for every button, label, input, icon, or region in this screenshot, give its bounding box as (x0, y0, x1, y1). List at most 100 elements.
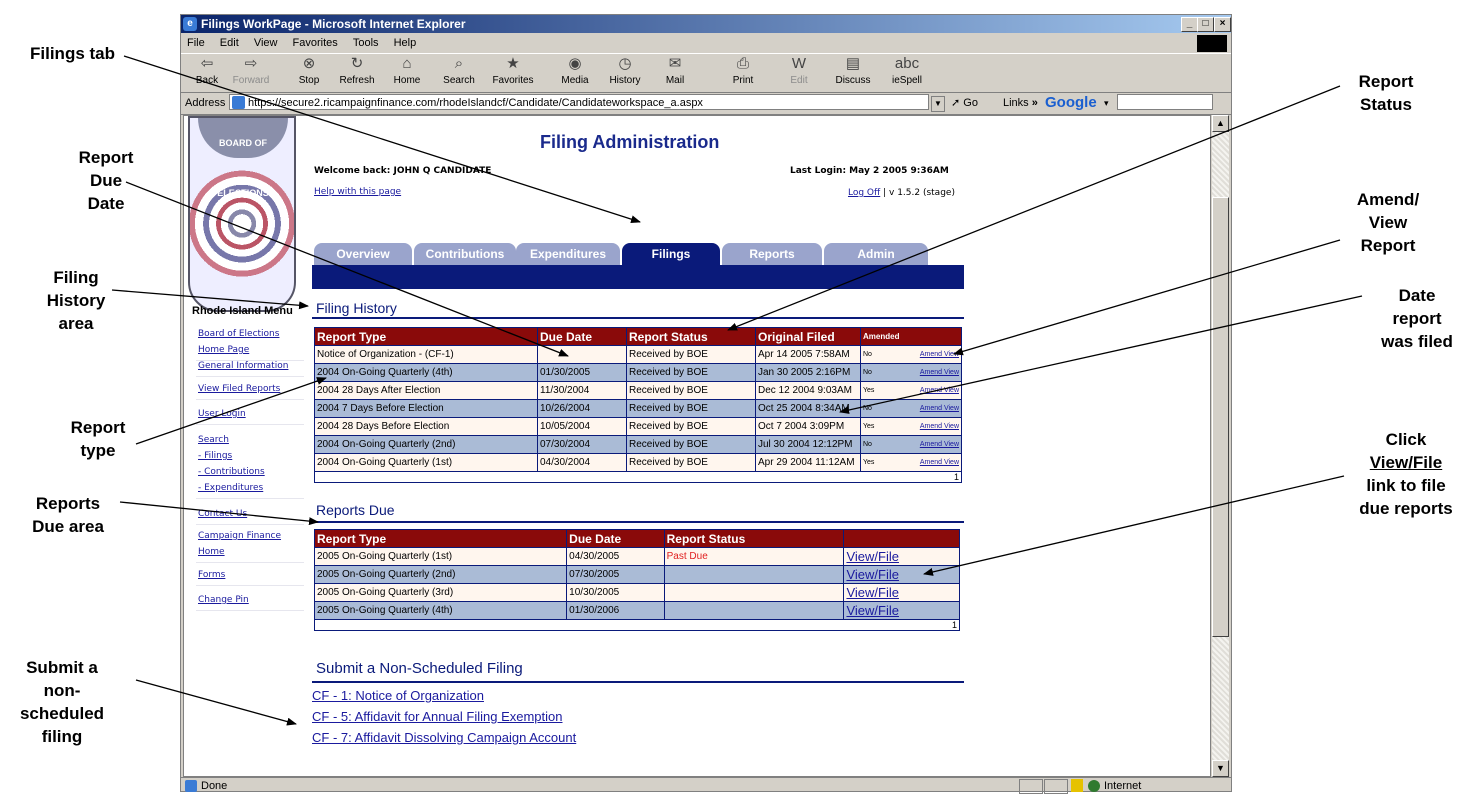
col-due-date: Due Date (537, 327, 627, 346)
help-link[interactable]: Help with this page (314, 187, 401, 197)
page-heading: Filing Administration (540, 132, 720, 152)
menu-item[interactable]: Change Pin (198, 592, 249, 608)
tab-contributions[interactable]: Contributions (414, 243, 516, 265)
view-file-link[interactable]: View/File (846, 603, 899, 618)
amended-flag: No (863, 351, 872, 358)
cell-status (663, 601, 845, 620)
amend-link[interactable]: Amend (920, 459, 942, 466)
scroll-up-button[interactable]: ▲ (1212, 115, 1229, 132)
google-toolbar-button[interactable]: Google (1045, 92, 1097, 114)
toolbar-discuss-button[interactable]: ▤ Discuss (827, 54, 879, 92)
go-button[interactable]: ➚ Go (951, 92, 978, 114)
menu-tools[interactable]: Tools (353, 37, 379, 49)
scroll-down-button[interactable]: ▼ (1212, 760, 1229, 777)
history-pager[interactable]: 1 (314, 471, 962, 483)
menu-item[interactable]: - Expenditures (198, 480, 263, 496)
menu-divider (196, 562, 304, 563)
view-link[interactable]: View (944, 387, 959, 394)
browser-window: e Filings WorkPage - Microsoft Internet … (180, 14, 1232, 794)
tab-filings[interactable]: Filings (622, 243, 720, 265)
cell-filed: Jan 30 2005 2:16PM (755, 363, 861, 382)
maximize-button[interactable]: □ (1197, 17, 1214, 32)
close-button[interactable]: × (1214, 17, 1231, 32)
menu-divider (196, 376, 304, 377)
toolbar-stop-button[interactable]: ⊗ Stop (283, 54, 335, 92)
cf7-link[interactable]: CF - 7: Affidavit Dissolving Campaign Ac… (312, 730, 576, 745)
mail-icon: ✉ (668, 55, 682, 72)
cell-type: 2004 On-Going Quarterly (2nd) (314, 435, 538, 454)
menu-edit[interactable]: Edit (220, 37, 239, 49)
due-pager[interactable]: 1 (314, 619, 960, 631)
menu-item[interactable]: Board of Elections (198, 326, 279, 342)
view-file-link[interactable]: View/File (846, 549, 899, 564)
title-bar[interactable]: e Filings WorkPage - Microsoft Internet … (181, 15, 1231, 33)
cell-due: 11/30/2004 (537, 381, 627, 400)
amend-link[interactable]: Amend (920, 423, 942, 430)
toolbar-history-button[interactable]: ◷ History (599, 54, 651, 92)
links-button[interactable]: Links » (1003, 92, 1038, 114)
menu-view[interactable]: View (254, 37, 278, 49)
view-link[interactable]: View (944, 423, 959, 430)
view-link[interactable]: View (944, 441, 959, 448)
view-link[interactable]: View (944, 351, 959, 358)
menu-header: Rhode Island Menu (192, 305, 293, 317)
toolbar-media-button[interactable]: ◉ Media (549, 54, 601, 92)
amended-flag: No (863, 405, 872, 412)
menu-item[interactable]: - Filings (198, 448, 232, 464)
vertical-scrollbar[interactable]: ▲ ▼ (1212, 115, 1229, 777)
menu-divider (196, 585, 304, 586)
address-dropdown-button[interactable]: ▼ (931, 96, 945, 112)
amend-link[interactable]: Amend (920, 369, 942, 376)
toolbar-edit-button[interactable]: W Edit (773, 54, 825, 92)
cf1-link[interactable]: CF - 1: Notice of Organization (312, 688, 484, 703)
cell-type: 2004 28 Days After Election (314, 381, 538, 400)
view-link[interactable]: View (944, 369, 959, 376)
menu-item[interactable]: Forms (198, 567, 225, 583)
tab-band (312, 265, 964, 289)
menu-item[interactable]: General Information (198, 358, 288, 374)
view-link[interactable]: View (944, 459, 959, 466)
menu-item[interactable]: Home (198, 544, 225, 560)
tab-reports[interactable]: Reports (722, 243, 822, 265)
cell-status: Received by BOE (626, 363, 756, 382)
google-search-input[interactable] (1117, 94, 1213, 110)
toolbar-print-button[interactable]: ⎙ Print (717, 54, 769, 92)
menu-item[interactable]: View Filed Reports (198, 381, 280, 397)
tab-admin[interactable]: Admin (824, 243, 928, 265)
menu-item[interactable]: User Login (198, 406, 246, 422)
toolbar-label: Search (443, 75, 475, 86)
view-link[interactable]: View (944, 405, 959, 412)
amend-link[interactable]: Amend (920, 441, 942, 448)
toolbar-favorites-button[interactable]: ★ Favorites (487, 54, 539, 92)
tab-expenditures[interactable]: Expenditures (516, 243, 620, 265)
minimize-button[interactable]: _ (1181, 17, 1198, 32)
cell-type: 2005 On-Going Quarterly (3rd) (313, 583, 568, 602)
toolbar-forward-button[interactable]: ⇨ Forward (225, 54, 277, 92)
toolbar-refresh-button[interactable]: ↻ Refresh (331, 54, 383, 92)
toolbar-mail-button[interactable]: ✉ Mail (649, 54, 701, 92)
menu-item[interactable]: Search (198, 432, 229, 448)
menu-item[interactable]: Contact Us (198, 506, 247, 522)
menu-item[interactable]: - Contributions (198, 464, 265, 480)
logoff-link[interactable]: Log Off (848, 188, 880, 198)
view-file-link[interactable]: View/File (846, 585, 899, 600)
menu-item[interactable]: Home Page (198, 342, 249, 358)
menu-item[interactable]: Campaign Finance (198, 528, 281, 544)
menu-favorites[interactable]: Favorites (293, 37, 338, 49)
cf5-link[interactable]: CF - 5: Affidavit for Annual Filing Exem… (312, 709, 563, 724)
refresh-icon: ↻ (350, 55, 364, 72)
toolbar-iespell-button[interactable]: abc ieSpell (881, 54, 933, 92)
address-input[interactable]: https://secure2.ricampaignfinance.com/rh… (229, 94, 929, 110)
tab-overview[interactable]: Overview (314, 243, 412, 265)
amend-link[interactable]: Amend (920, 405, 942, 412)
amend-link[interactable]: Amend (920, 351, 942, 358)
page-icon (232, 96, 245, 109)
amend-link[interactable]: Amend (920, 387, 942, 394)
menu-help[interactable]: Help (394, 37, 417, 49)
view-file-link[interactable]: View/File (846, 567, 899, 582)
menu-file[interactable]: File (187, 37, 205, 49)
scroll-thumb[interactable] (1212, 197, 1229, 637)
toolbar-home-button[interactable]: ⌂ Home (381, 54, 433, 92)
toolbar-search-button[interactable]: ⌕ Search (433, 54, 485, 92)
cell-due (537, 345, 627, 364)
